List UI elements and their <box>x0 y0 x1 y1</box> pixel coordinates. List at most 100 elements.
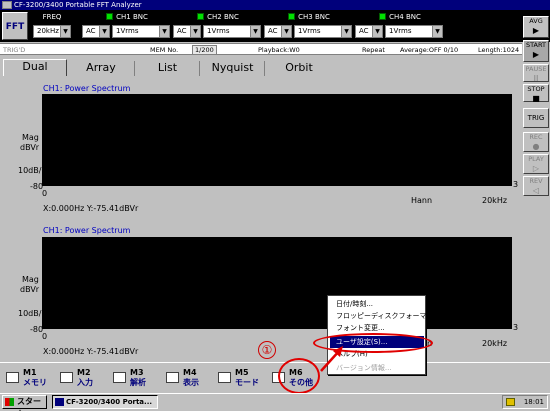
play-icon: ▶ <box>532 50 540 59</box>
led-icon <box>288 13 296 20</box>
panel2-ylabel-mag: Mag <box>22 275 39 284</box>
taskbar-app-item[interactable]: CF-3200/3400 Porta... <box>52 395 158 409</box>
panel1-ylabel-mag: Mag <box>22 133 39 142</box>
analysis-icon <box>113 372 126 383</box>
pause-button[interactable]: PAUSE II <box>523 64 549 83</box>
m2-input-button[interactable]: M2 入力 <box>60 366 102 390</box>
start-button[interactable]: START ▶ <box>523 40 549 62</box>
ch4-coupling-select[interactable]: AC ▼ <box>355 25 383 38</box>
menu-item-date-time[interactable]: 日付/時刻... <box>330 298 424 310</box>
ch4-range-select[interactable]: 1Vrms ▼ <box>385 25 443 38</box>
tab-array[interactable]: Array <box>68 61 135 76</box>
chevron-down-icon: ▼ <box>250 26 260 37</box>
tab-list[interactable]: List <box>136 61 200 76</box>
highlight-ring-m6 <box>278 358 320 394</box>
mem-no-label: MEM No. <box>150 46 179 54</box>
led-icon <box>106 13 114 20</box>
chevron-down-icon: ▼ <box>60 26 70 37</box>
length-status: Length:1024 <box>478 46 520 54</box>
panel2-ylabel-unit: dBVr <box>20 285 40 294</box>
pause-icon: II <box>533 74 539 83</box>
led-icon <box>379 13 387 20</box>
panel2-xlabel-start: 0 <box>42 332 48 341</box>
ch2-range-select[interactable]: 1Vrms ▼ <box>203 25 261 38</box>
play-outline-icon: ▷ <box>532 164 540 173</box>
ch3-label: CH3 BNC <box>264 12 354 23</box>
panel1-title: CH1: Power Spectrum <box>43 84 131 93</box>
app-icon <box>2 1 12 9</box>
m1-memory-button[interactable]: M1 メモリ <box>6 366 48 390</box>
status-bar: TRIG'D MEM No. 1/200 Playback:W0 Repeat … <box>0 43 522 55</box>
m5-mode-button[interactable]: M5 モード <box>218 366 266 390</box>
ch2-label: CH2 BNC <box>173 12 263 23</box>
panel2-xlabel-end: 20kHz <box>482 339 508 348</box>
record-icon: ● <box>532 142 540 151</box>
rev-button[interactable]: REV ◁ <box>523 176 549 196</box>
trig-status: TRIG'D <box>3 46 26 54</box>
m3-analysis-button[interactable]: M3 解析 <box>113 366 155 390</box>
panel1-ylabel-scale: 10dB/ <box>18 166 42 175</box>
tab-nyquist[interactable]: Nyquist <box>201 61 265 76</box>
mem-no-value[interactable]: 1/200 <box>192 45 217 55</box>
chevron-down-icon: ▼ <box>432 26 442 37</box>
mode-icon <box>218 372 231 383</box>
freq-select[interactable]: 20kHz ▼ <box>33 25 71 38</box>
windows-logo-icon <box>5 398 14 406</box>
play-button[interactable]: PLAY ▷ <box>523 154 549 174</box>
window-title: CF-3200/3400 Portable FFT Analyzer <box>14 1 142 9</box>
panel1-ylabel-unit: dBVr <box>20 143 40 152</box>
step-number-annotation: ① <box>258 341 276 359</box>
ch3-block: CH3 BNC AC ▼ 1Vrms ▼ <box>264 12 354 40</box>
ch1-block: CH1 BNC AC ▼ 1Vrms ▼ <box>82 12 172 40</box>
ch1-range-select[interactable]: 1Vrms ▼ <box>112 25 170 38</box>
fft-logo[interactable]: FFT <box>2 12 28 40</box>
ch4-label: CH4 BNC <box>355 12 445 23</box>
start-button-taskbar[interactable]: スタート <box>2 395 47 411</box>
tab-dual[interactable]: Dual <box>3 59 67 76</box>
play-icon: ▶ <box>532 26 540 35</box>
panel2-title: CH1: Power Spectrum <box>43 226 131 235</box>
tab-orbit[interactable]: Orbit <box>266 61 332 76</box>
panel1-cursor-readout: X:0.000Hz Y:-75.41dBVr <box>43 204 139 213</box>
display-icon <box>166 372 179 383</box>
ch2-coupling-select[interactable]: AC ▼ <box>173 25 201 38</box>
ch3-coupling-select[interactable]: AC ▼ <box>264 25 292 38</box>
chevron-down-icon: ▼ <box>99 26 109 37</box>
repeat-status: Repeat <box>362 46 385 54</box>
led-icon <box>197 13 205 20</box>
stop-icon: ■ <box>532 94 540 103</box>
trig-button[interactable]: TRIG <box>523 108 549 128</box>
panel1-xlabel-start: 0 <box>42 189 48 198</box>
input-icon <box>60 372 73 383</box>
ch1-label: CH1 BNC <box>82 12 172 23</box>
panel1-right-marker: 3 <box>513 180 519 189</box>
ch1-coupling-select[interactable]: AC ▼ <box>82 25 110 38</box>
clock: 18:01 <box>523 398 544 406</box>
stop-button[interactable]: STOP ■ <box>523 84 549 103</box>
chevron-down-icon: ▼ <box>159 26 169 37</box>
menu-item-floppy-format[interactable]: フロッピーディスクフォーマット... <box>330 310 447 322</box>
average-status: Average:OFF 0/10 <box>400 46 459 54</box>
playback-status: Playback:W0 <box>258 46 300 54</box>
red-arrow-icon <box>320 346 343 372</box>
panel2-right-marker: 3 <box>513 323 519 332</box>
panel2-ylabel-scale: 10dB/ <box>18 309 42 318</box>
ch3-range-select[interactable]: 1Vrms ▼ <box>294 25 352 38</box>
window-title-bar[interactable]: CF-3200/3400 Portable FFT Analyzer <box>0 0 550 10</box>
avg-button[interactable]: AVG ▶ <box>523 16 549 38</box>
floppy-icon <box>6 372 19 383</box>
m4-display-button[interactable]: M4 表示 <box>166 366 208 390</box>
freq-label: FREQ <box>42 13 62 21</box>
rec-button[interactable]: REC ● <box>523 132 549 152</box>
chevron-down-icon: ▼ <box>372 26 382 37</box>
view-tabs: Dual Array List Nyquist Orbit <box>0 57 520 77</box>
ch2-block: CH2 BNC AC ▼ 1Vrms ▼ <box>173 12 263 40</box>
panel1-plot-area[interactable] <box>42 94 512 186</box>
system-tray: 18:01 <box>502 395 548 409</box>
ch4-block: CH4 BNC AC ▼ 1Vrms ▼ <box>355 12 445 40</box>
chevron-down-icon: ▼ <box>341 26 351 37</box>
chevron-down-icon: ▼ <box>190 26 200 37</box>
panel1-window-label: Hann <box>411 196 433 205</box>
tray-icon[interactable] <box>506 398 515 406</box>
panel2-cursor-readout: X:0.000Hz Y:-75.41dBVr <box>43 347 139 356</box>
